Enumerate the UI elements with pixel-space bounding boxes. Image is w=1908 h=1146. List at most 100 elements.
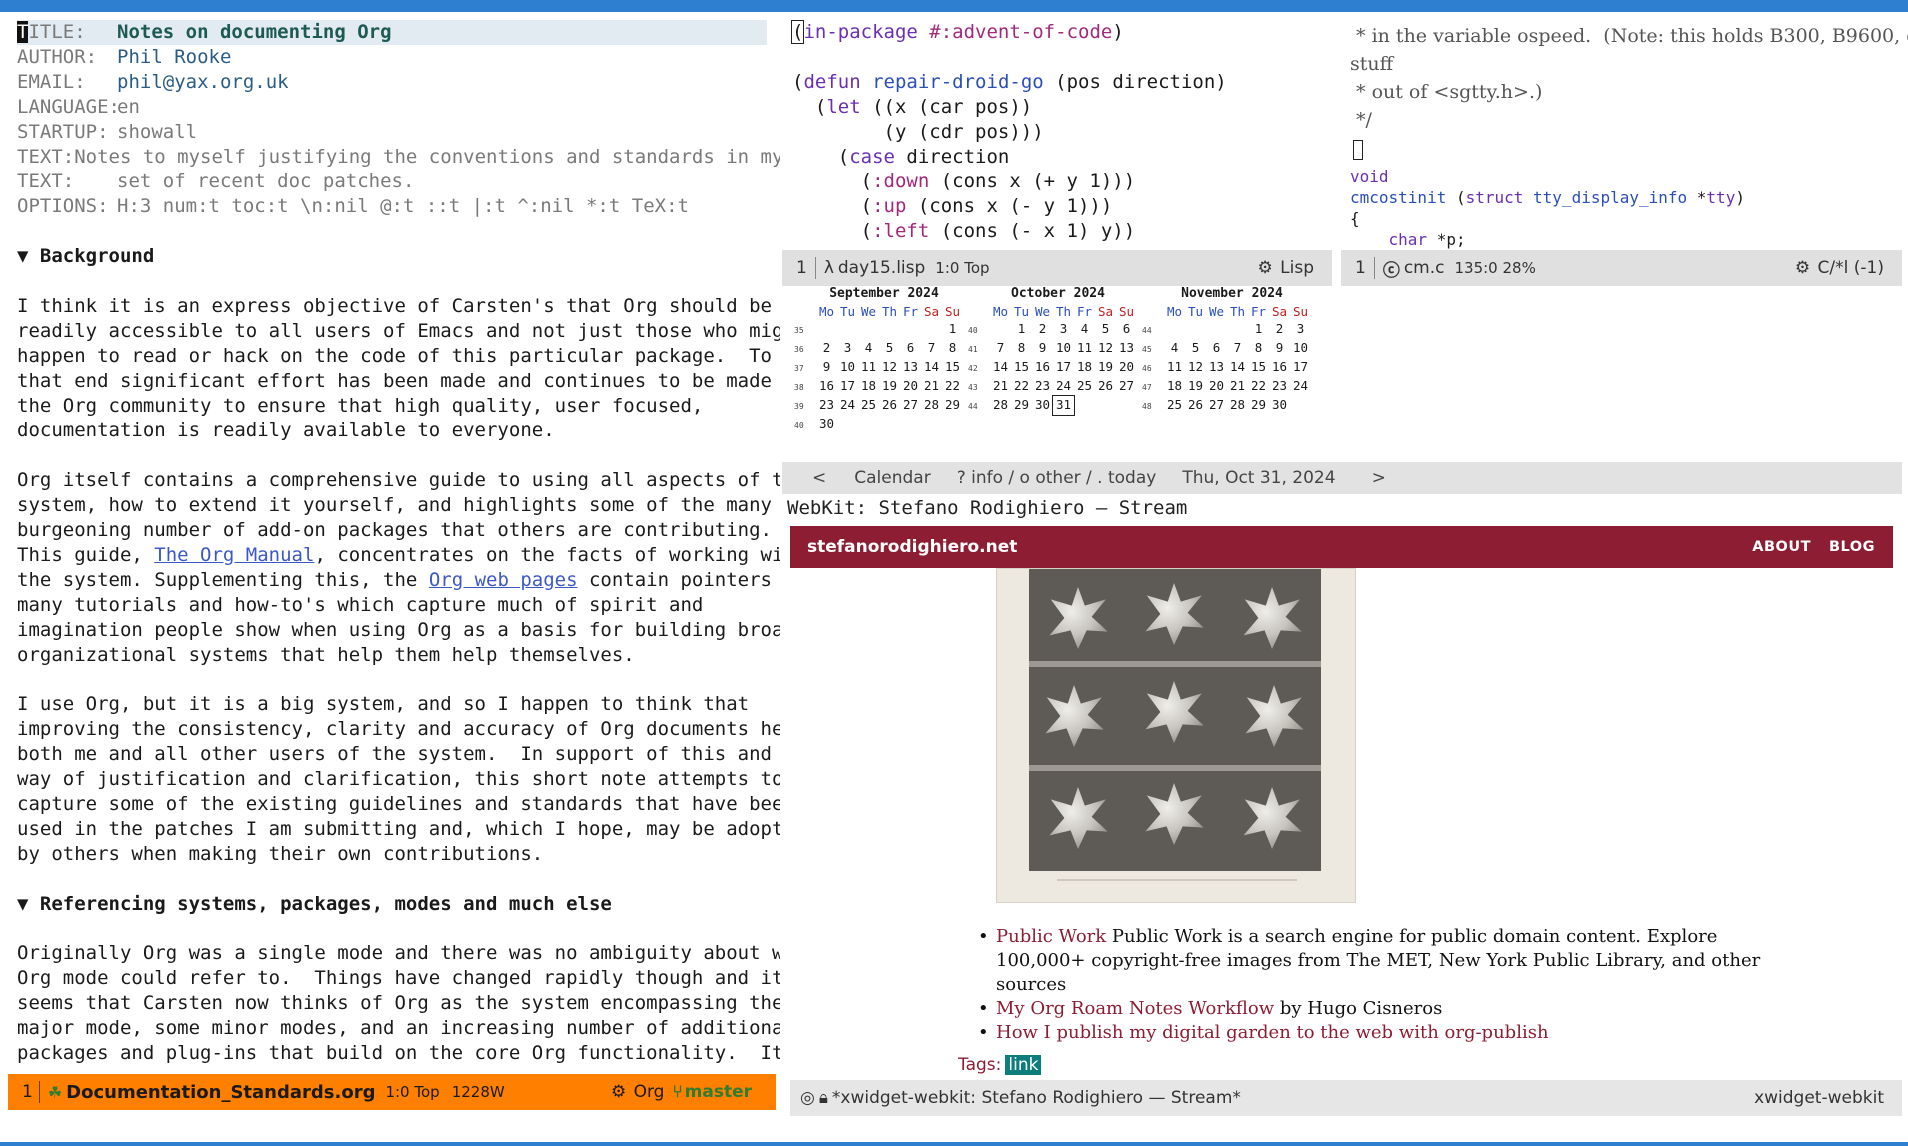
nav-about-link[interactable]: ABOUT [1752,539,1811,555]
calendar-day[interactable]: 12 [1095,339,1116,358]
buffer-name[interactable]: cm.c [1404,258,1445,278]
calendar[interactable]: September 2024 Mo Tu We Th Fr Sa Su 35 1 36 2 3 4 5 6 7 8… [782,286,1342,461]
tag-link[interactable]: link [1005,1055,1042,1075]
calendar-day[interactable]: 11 [1074,339,1095,358]
git-branch[interactable]: master [685,1082,752,1102]
calendar-day[interactable]: 7 [1227,339,1248,358]
calendar-day[interactable]: 28 [921,396,942,415]
lisp-buffer[interactable]: (in-package #:advent-of-code) (defun rep… [782,12,1332,250]
calendar-day[interactable]: 30 [1032,396,1053,415]
calendar-day[interactable]: 15 [1248,358,1269,377]
major-mode[interactable]: xwidget-webkit [1754,1088,1884,1108]
calendar-day[interactable]: 19 [1185,377,1206,396]
calendar-day[interactable]: 8 [942,339,963,358]
calendar-day[interactable]: 9 [1032,339,1053,358]
calendar-day[interactable]: 12 [879,358,900,377]
calendar-day[interactable]: 17 [1290,358,1311,377]
calendar-day[interactable]: 18 [1074,358,1095,377]
nav-blog-link[interactable]: BLOG [1829,539,1875,555]
calendar-day[interactable]: 29 [1248,396,1269,415]
calendar-day[interactable]: 17 [1053,358,1074,377]
calendar-day[interactable]: 29 [942,396,963,415]
calendar-day[interactable]: 26 [1185,396,1206,415]
calendar-day[interactable]: 3 [837,339,858,358]
calendar-day[interactable]: 21 [990,377,1011,396]
calendar-day[interactable]: 12 [1185,358,1206,377]
calendar-day[interactable]: 24 [1290,377,1311,396]
calendar-day[interactable]: 4 [1074,320,1095,339]
calendar-day[interactable]: 10 [1290,339,1311,358]
calendar-day[interactable]: 2 [1032,320,1053,339]
calendar-day[interactable]: 16 [816,377,837,396]
calendar-day[interactable]: 20 [900,377,921,396]
calendar-day[interactable]: 11 [858,358,879,377]
calendar-day[interactable]: 29 [1011,396,1032,415]
calendar-day[interactable]: 6 [900,339,921,358]
calendar-day[interactable]: 30 [816,415,837,434]
calendar-day[interactable]: 23 [1032,377,1053,396]
major-mode[interactable]: C/*l (-1) [1818,258,1884,278]
calendar-day[interactable]: 11 [1164,358,1185,377]
buffer-name[interactable]: day15.lisp [838,258,925,278]
calendar-day[interactable]: 27 [900,396,921,415]
org-keyword-value[interactable]: phil@yax.org.uk [117,70,289,95]
calendar-day[interactable]: 26 [879,396,900,415]
calendar-day[interactable]: 26 [1095,377,1116,396]
calendar-day[interactable]: 22 [1011,377,1032,396]
calendar-day[interactable]: 14 [1227,358,1248,377]
calendar-day[interactable]: 15 [942,358,963,377]
calendar-day[interactable]: 10 [837,358,858,377]
calendar-day[interactable]: 5 [1185,339,1206,358]
calendar-day[interactable]: 7 [921,339,942,358]
calendar-day[interactable]: 27 [1206,396,1227,415]
calendar-day[interactable]: 8 [1248,339,1269,358]
calendar-day[interactable]: 9 [816,358,837,377]
calendar-day[interactable]: 2 [816,339,837,358]
calendar-day[interactable]: 25 [1164,396,1185,415]
calendar-day[interactable]: 25 [858,396,879,415]
site-name-link[interactable]: stefanorodighiero.net [807,537,1017,557]
calendar-day[interactable]: 21 [921,377,942,396]
calendar-day[interactable]: 6 [1206,339,1227,358]
calendar-day[interactable]: 20 [1116,358,1137,377]
calendar-day[interactable]: 13 [1116,339,1137,358]
calendar-day[interactable]: 9 [1269,339,1290,358]
calendar-day[interactable]: 6 [1116,320,1137,339]
org-heading-referencing[interactable]: ▼ Referencing systems, packages, modes a… [17,892,780,917]
calendar-day[interactable]: 18 [858,377,879,396]
org-roam-workflow-link[interactable]: My Org Roam Notes Workflow [996,998,1274,1019]
major-mode[interactable]: Org [634,1082,665,1102]
calendar-day[interactable]: 24 [1053,377,1074,396]
calendar-day[interactable]: 8 [1011,339,1032,358]
calendar-day[interactable]: 3 [1290,320,1311,339]
calendar-day[interactable]: 5 [879,339,900,358]
calendar-day[interactable]: 22 [1248,377,1269,396]
digital-garden-link[interactable]: How I publish my digital garden to the w… [996,1022,1549,1043]
calendar-day[interactable]: 13 [1206,358,1227,377]
calendar-day[interactable]: 13 [900,358,921,377]
calendar-day[interactable]: 10 [1053,339,1074,358]
calendar-day[interactable]: 14 [990,358,1011,377]
calendar-day[interactable]: 30 [1269,396,1290,415]
calendar-day[interactable]: 7 [990,339,1011,358]
c-buffer[interactable]: * in the variable ospeed. (Note: this ho… [1338,12,1908,250]
calendar-day[interactable]: 5 [1095,320,1116,339]
calendar-day[interactable]: 31 [1052,395,1075,416]
public-work-link[interactable]: Public Work [996,926,1106,947]
calendar-day[interactable]: 23 [816,396,837,415]
buffer-name[interactable]: Documentation_Standards.org [66,1082,375,1103]
calendar-day[interactable]: 28 [990,396,1011,415]
calendar-day[interactable]: 3 [1053,320,1074,339]
calendar-day[interactable]: 2 [1269,320,1290,339]
calendar-day[interactable]: 14 [921,358,942,377]
calendar-day[interactable]: 1 [1248,320,1269,339]
org-buffer[interactable]: TITLE: Notes on documenting Org AUTHOR: Phi… [0,12,780,1074]
calendar-next-button[interactable]: > [1372,468,1386,488]
calendar-prev-button[interactable]: < [812,468,826,488]
calendar-day[interactable]: 1 [1011,320,1032,339]
calendar-day[interactable]: 4 [858,339,879,358]
calendar-day[interactable]: 25 [1074,377,1095,396]
buffer-name[interactable]: *xwidget-webkit: Stefano Rodighiero — St… [832,1088,1241,1108]
calendar-day[interactable]: 27 [1116,377,1137,396]
calendar-day[interactable]: 1 [942,320,963,339]
